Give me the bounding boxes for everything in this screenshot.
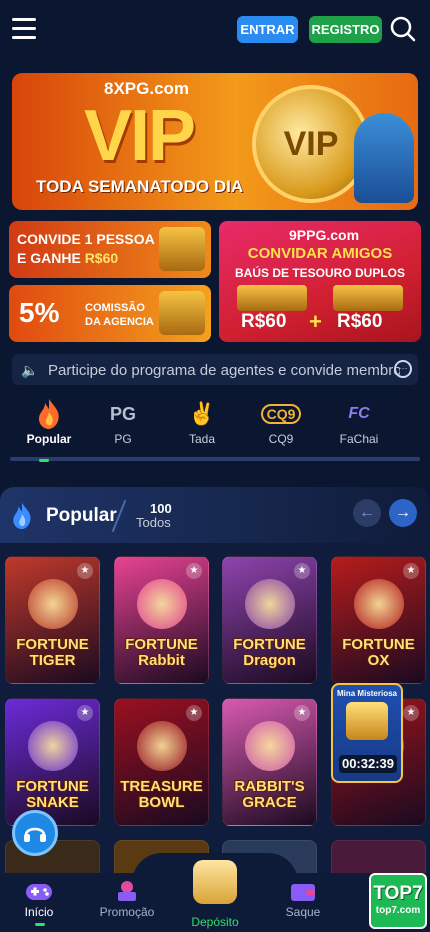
game-count: 100 [150, 501, 172, 516]
treasure-chest-icon [333, 285, 403, 311]
treasure-chest-icon [159, 291, 205, 335]
favorite-icon[interactable]: ★ [403, 705, 419, 721]
brand-logo: 9PPG.com [289, 227, 360, 243]
top-bar: ENTRAR REGISTRO [0, 0, 430, 60]
favorite-icon[interactable]: ★ [186, 705, 202, 721]
game-art [245, 579, 295, 629]
game-card[interactable]: ★ FORTUNE TIGER [5, 556, 100, 684]
game-art [354, 579, 404, 629]
vip-banner[interactable]: 8XPG.com VIP TODA SEMANATODO DIA VIP [12, 73, 418, 210]
announcement-text: Participe do programa de agentes e convi… [48, 362, 400, 379]
game-card[interactable]: ★ FORTUNE SNAKE [5, 698, 100, 826]
top7-logo: TOP7 [373, 883, 423, 904]
tab-pg[interactable]: PG PG [84, 396, 162, 456]
top7-domain: top7.com [375, 905, 421, 916]
treasure-chest-icon [346, 702, 388, 740]
game-title: FORTUNE Dragon [233, 636, 306, 669]
game-card[interactable]: ★ FORTUNE Dragon [222, 556, 317, 684]
invite-friends-banner[interactable]: 9PPG.com CONVIDAR AMIGOS BAÚS DE TESOURO… [219, 221, 421, 342]
money-bag-icon[interactable] [193, 860, 237, 904]
mascot-image [354, 113, 414, 203]
vip-title: VIP [84, 96, 196, 176]
game-card[interactable]: ★ RABBIT'S GRACE [222, 698, 317, 826]
favorite-icon[interactable]: ★ [294, 563, 310, 579]
arrow-right-icon[interactable]: → [389, 499, 417, 527]
treasure-chest-icon [237, 285, 307, 311]
game-card[interactable]: ★ FORTUNE OX [331, 556, 426, 684]
tab-cq9[interactable]: CQ9 CQ9 [242, 396, 320, 456]
tab-tada[interactable]: ✌ Tada [163, 396, 241, 456]
arrow-left-icon[interactable]: ← [353, 499, 381, 527]
support-headset-icon[interactable] [12, 810, 58, 856]
mystery-mine-widget[interactable]: Mina Misteriosa 00:32:39 [331, 683, 403, 783]
top7-badge[interactable]: TOP7 top7.com [369, 873, 427, 929]
favorite-icon[interactable]: ★ [77, 563, 93, 579]
coin-pile-icon [159, 227, 205, 271]
popular-section-header: Popular 100 Todos ← → [0, 487, 430, 543]
announcement-bar[interactable]: 🔈 Participe do programa de agentes e con… [12, 354, 418, 385]
speaker-icon: 🔈 [21, 362, 39, 378]
game-art [137, 721, 187, 771]
section-title: Popular [46, 505, 117, 526]
countdown-timer: 00:32:39 [339, 755, 397, 773]
invite-friends-title: CONVIDAR AMIGOS [247, 245, 393, 262]
vip-coin-icon: VIP [252, 85, 370, 203]
reward-amount: R$60 [337, 311, 383, 332]
nav-promocao[interactable]: Promoção [84, 877, 170, 919]
message-icon[interactable]: ··· [394, 360, 412, 378]
game-card[interactable]: ★ TREASURE BOWL [114, 698, 209, 826]
tab-fachai[interactable]: FC FaChai [320, 396, 398, 456]
search-icon[interactable] [390, 16, 416, 42]
menu-icon[interactable] [12, 18, 36, 40]
register-button[interactable]: REGISTRO [309, 16, 382, 43]
cq9-logo-icon: CQ9 [242, 396, 320, 432]
flame-icon [10, 396, 88, 432]
nav-inicio[interactable]: Início [0, 877, 82, 919]
favorite-icon[interactable]: ★ [186, 563, 202, 579]
gamepad-icon [0, 877, 82, 905]
nav-saque[interactable]: Saque [260, 877, 346, 919]
pg-logo-icon: PG [109, 403, 136, 424]
invite-promo-banner[interactable]: CONVIDE 1 PESSOA E GANHE R$60 [9, 221, 211, 278]
vip-subtitle: TODA SEMANATODO DIA [36, 177, 244, 196]
commission-percent: 5% [19, 297, 60, 328]
commission-promo-banner[interactable]: 5% COMISSÃO DA AGENCIA [9, 285, 211, 342]
view-all-link[interactable]: Todos [136, 515, 171, 530]
game-art [28, 579, 78, 629]
game-art [137, 579, 187, 629]
plus-sign: + [309, 309, 322, 334]
tab-underline [10, 457, 420, 461]
game-title: FORTUNE Rabbit [125, 636, 198, 669]
favorite-icon[interactable]: ★ [294, 705, 310, 721]
commission-label: COMISSÃO DA AGENCIA [85, 302, 154, 328]
favorite-icon[interactable]: ★ [77, 705, 93, 721]
active-tab-indicator [39, 459, 49, 462]
game-art [28, 721, 78, 771]
reward-amount: R$60 [241, 311, 287, 332]
game-title: RABBIT'S GRACE [234, 778, 305, 811]
invite-promo-text: CONVIDE 1 PESSOA E GANHE R$60 [17, 231, 155, 266]
game-card[interactable]: ★ FORTUNE Rabbit [114, 556, 209, 684]
category-tabs: Popular PG PG ✌ Tada CQ9 CQ9 FC FaChai [10, 396, 420, 458]
invite-friends-subtitle: BAÚS DE TESOURO DUPLOS [234, 266, 405, 280]
favorite-icon[interactable]: ★ [403, 563, 419, 579]
tada-logo-icon: ✌ [188, 401, 216, 426]
gift-icon [84, 877, 170, 905]
game-title: FORTUNE SNAKE [16, 778, 89, 811]
game-title: FORTUNE OX [342, 636, 415, 669]
wallet-icon [260, 877, 346, 905]
fachai-logo-icon: FC [348, 405, 370, 422]
game-title: TREASURE BOWL [120, 778, 203, 811]
active-nav-indicator [35, 923, 45, 926]
flame-icon [13, 502, 31, 530]
game-art [245, 721, 295, 771]
tab-popular[interactable]: Popular [10, 396, 88, 456]
mystery-mine-title: Mina Misteriosa [336, 689, 397, 698]
login-button[interactable]: ENTRAR [237, 16, 298, 43]
game-title: FORTUNE TIGER [16, 636, 89, 669]
